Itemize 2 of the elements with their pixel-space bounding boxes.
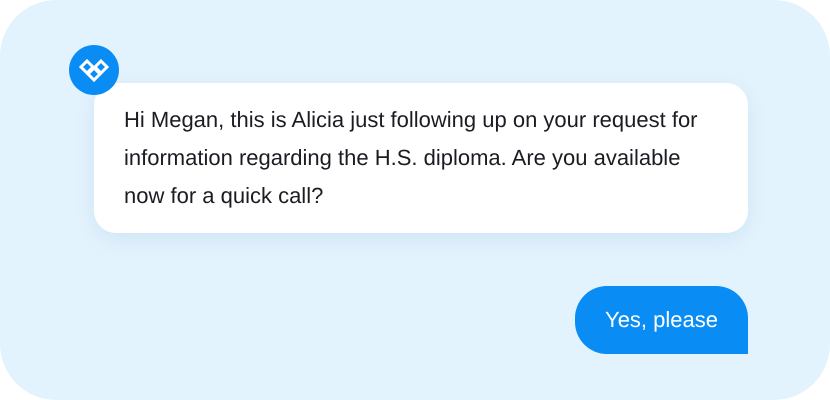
message-text: Hi Megan, this is Alicia just following up on your request for information regarding the H.S. diploma. Are you available now for a quick call? [124, 107, 698, 208]
message-text: Yes, please [605, 307, 718, 332]
